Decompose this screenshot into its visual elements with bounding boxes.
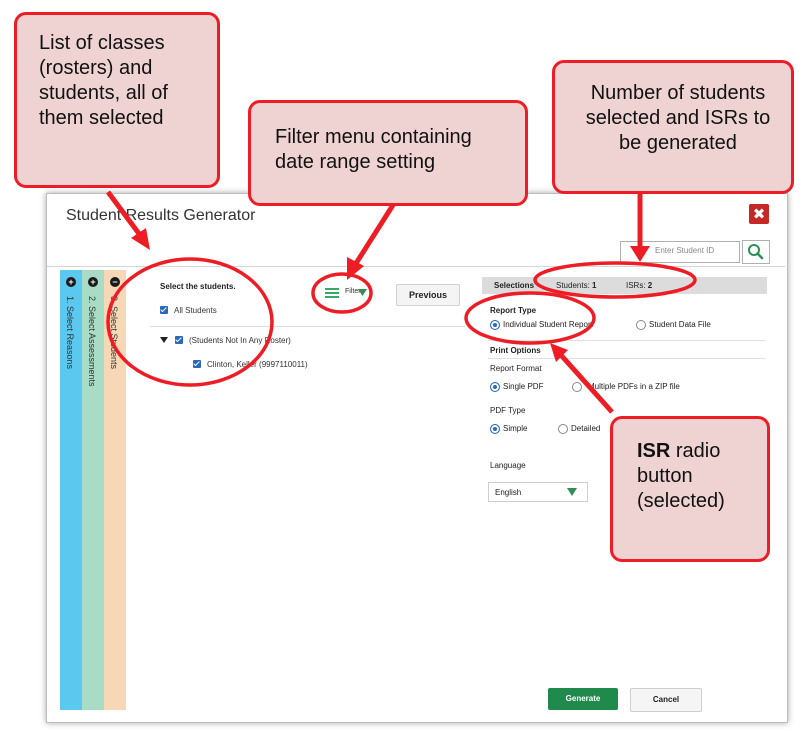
- all-students-checkbox[interactable]: [160, 306, 168, 314]
- expand-icon: +: [66, 277, 76, 287]
- chevron-down-icon: [567, 488, 577, 496]
- select-students-heading: Select the students.: [160, 282, 236, 291]
- students-count: Students: 1: [556, 281, 597, 290]
- single-pdf-label: Single PDF: [503, 382, 544, 391]
- pdf-type-label: PDF Type: [490, 406, 526, 415]
- isrs-count: ISRs: 2: [626, 281, 653, 290]
- simple-radio[interactable]: [490, 424, 500, 434]
- isr-radio[interactable]: [490, 320, 500, 330]
- caret-down-icon[interactable]: [160, 336, 168, 344]
- close-icon[interactable]: ✖: [749, 204, 769, 224]
- detailed-radio[interactable]: [558, 424, 568, 434]
- language-value: English: [495, 488, 522, 497]
- language-select[interactable]: English: [488, 482, 588, 502]
- search-placeholder: Enter Student ID: [655, 246, 715, 255]
- step-label: 1. Select Reasons: [65, 296, 75, 370]
- student-label: Clinton, Keller (9997110011): [207, 360, 308, 369]
- cancel-button[interactable]: Cancel: [630, 688, 702, 712]
- zip-radio[interactable]: [572, 382, 582, 392]
- collapse-icon: −: [110, 277, 120, 287]
- callout-rosters: List of classes (rosters) and students, …: [14, 12, 220, 188]
- filters-button[interactable]: Filters: [318, 284, 368, 302]
- isr-radio-label: Individual Student Report: [503, 320, 593, 329]
- step-label: 3. Select Students: [109, 296, 119, 370]
- previous-button[interactable]: Previous: [396, 284, 460, 306]
- callout-counts: Number of students selected and ISRs to …: [552, 60, 794, 194]
- expand-icon: +: [88, 277, 98, 287]
- simple-label: Simple: [503, 424, 528, 433]
- report-type-heading: Report Type: [490, 306, 537, 315]
- results-generator-modal: [46, 193, 788, 723]
- header-divider: [47, 266, 785, 267]
- selections-heading: Selections: [494, 281, 535, 290]
- modal-title: Student Results Generator: [66, 207, 256, 224]
- student-data-file-label: Student Data File: [649, 320, 711, 329]
- generate-button[interactable]: Generate: [548, 688, 618, 710]
- roster-checkbox[interactable]: [175, 336, 183, 344]
- search-button[interactable]: [742, 240, 770, 264]
- list-divider: [150, 326, 465, 327]
- search-icon: [748, 244, 764, 260]
- step-label: 2. Select Assessments: [87, 296, 97, 387]
- callout-filter: Filter menu containing date range settin…: [248, 100, 528, 206]
- language-label: Language: [490, 461, 526, 470]
- detailed-label: Detailed: [571, 424, 601, 433]
- chevron-down-icon: [358, 289, 367, 296]
- all-students-label: All Students: [174, 306, 217, 315]
- report-format-label: Report Format: [490, 364, 542, 373]
- student-checkbox[interactable]: [193, 360, 201, 368]
- student-data-file-radio[interactable]: [636, 320, 646, 330]
- single-pdf-radio[interactable]: [490, 382, 500, 392]
- filter-icon: [325, 288, 339, 290]
- zip-label: Multiple PDFs in a ZIP file: [588, 382, 680, 391]
- print-options-heading: Print Options: [490, 346, 541, 355]
- roster-label: (Students Not In Any Roster): [189, 336, 291, 345]
